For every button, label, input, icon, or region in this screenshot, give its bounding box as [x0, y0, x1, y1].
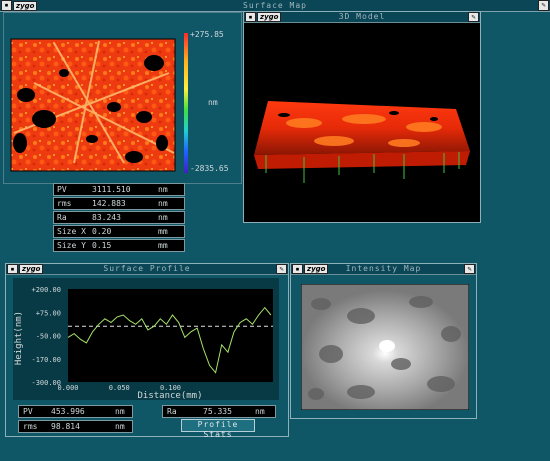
y-axis-label: Height(nm): [14, 311, 24, 365]
color-scale-bar: [184, 33, 188, 173]
intensity-title: Intensity Map: [345, 264, 422, 273]
intensity-map-window: ▪ zygo Intensity Map ✎: [290, 263, 477, 419]
stat-unit: mm: [158, 241, 168, 250]
x-axis-label: Distance(mm): [137, 391, 202, 400]
scale-top-label: +275.85: [190, 30, 224, 39]
stat-label: PV: [57, 185, 67, 194]
window-title: Surface Map: [243, 1, 307, 10]
profile-title-bar: ▪ zygo Surface Profile ✎: [6, 264, 288, 275]
stat-value: 0.20: [92, 227, 112, 236]
y-tick-label: +75.00: [36, 309, 61, 317]
wrench-icon[interactable]: ✎: [464, 264, 475, 274]
scale-bottom-label: -2835.65: [190, 164, 229, 173]
profile-rms-field: rms 98.814 nm: [18, 420, 133, 433]
x-tick-label: 0.000: [57, 384, 78, 392]
stat-row: Size X 0.20 mm: [53, 225, 185, 238]
y-tick-label: -170.00: [31, 356, 61, 364]
model3d-window: ▪ zygo 3D Model ✎: [243, 11, 481, 223]
stat-row: Size Y 0.15 mm: [53, 239, 185, 252]
stat-unit: nm: [158, 199, 168, 208]
stat-value: 0.15: [92, 241, 112, 250]
stat-unit: nm: [158, 185, 168, 194]
stat-value: 142.883: [92, 199, 126, 208]
y-tick-label: -50.00: [36, 333, 61, 341]
x-tick-label: 0.050: [109, 384, 130, 392]
stat-label: Size X: [57, 227, 86, 236]
stat-value: 3111.510: [92, 185, 131, 194]
stat-label: Size Y: [57, 241, 86, 250]
intensity-image[interactable]: [301, 284, 469, 410]
surface-map-view: +275.85 nm -2835.65: [10, 30, 229, 173]
model3d-title-bar: ▪ zygo 3D Model ✎: [244, 12, 480, 23]
profile-chart[interactable]: +200.00+75.00-50.00-170.00-300.00 0.000 0…: [13, 278, 279, 400]
model3d-title: 3D Model: [338, 12, 386, 21]
profile-pv-field: PV 453.996 nm: [18, 405, 133, 418]
stat-label: Ra: [57, 213, 67, 222]
stat-row: rms 142.883 nm: [53, 197, 185, 210]
plot-area: [68, 289, 273, 382]
profile-ra-field: Ra 75.335 nm: [162, 405, 276, 418]
stat-value: 83.243: [92, 213, 121, 222]
wrench-icon[interactable]: ✎: [276, 264, 287, 274]
stat-row: PV 3111.510 nm: [53, 183, 185, 196]
scale-unit-label: nm: [208, 98, 218, 107]
stat-unit: mm: [158, 227, 168, 236]
y-tick-label: +200.00: [31, 286, 61, 294]
stat-row: Ra 83.243 nm: [53, 211, 185, 224]
surface-map-panel: +275.85 nm -2835.65: [3, 12, 242, 184]
wrench-icon[interactable]: ✎: [468, 12, 479, 22]
surface-profile-window: ▪ zygo Surface Profile ✎ +200.00 +75.00 -5…: [5, 263, 289, 439]
profile-title: Surface Profile: [103, 264, 191, 273]
model3d-view[interactable]: [244, 23, 480, 222]
stat-label: rms: [57, 199, 72, 208]
wrench-icon[interactable]: ✎: [538, 0, 549, 11]
stat-unit: nm: [158, 213, 168, 222]
intensity-title-bar: ▪ zygo Intensity Map ✎: [291, 264, 476, 275]
profile-stats-button[interactable]: Profile Stats: [181, 419, 255, 439]
